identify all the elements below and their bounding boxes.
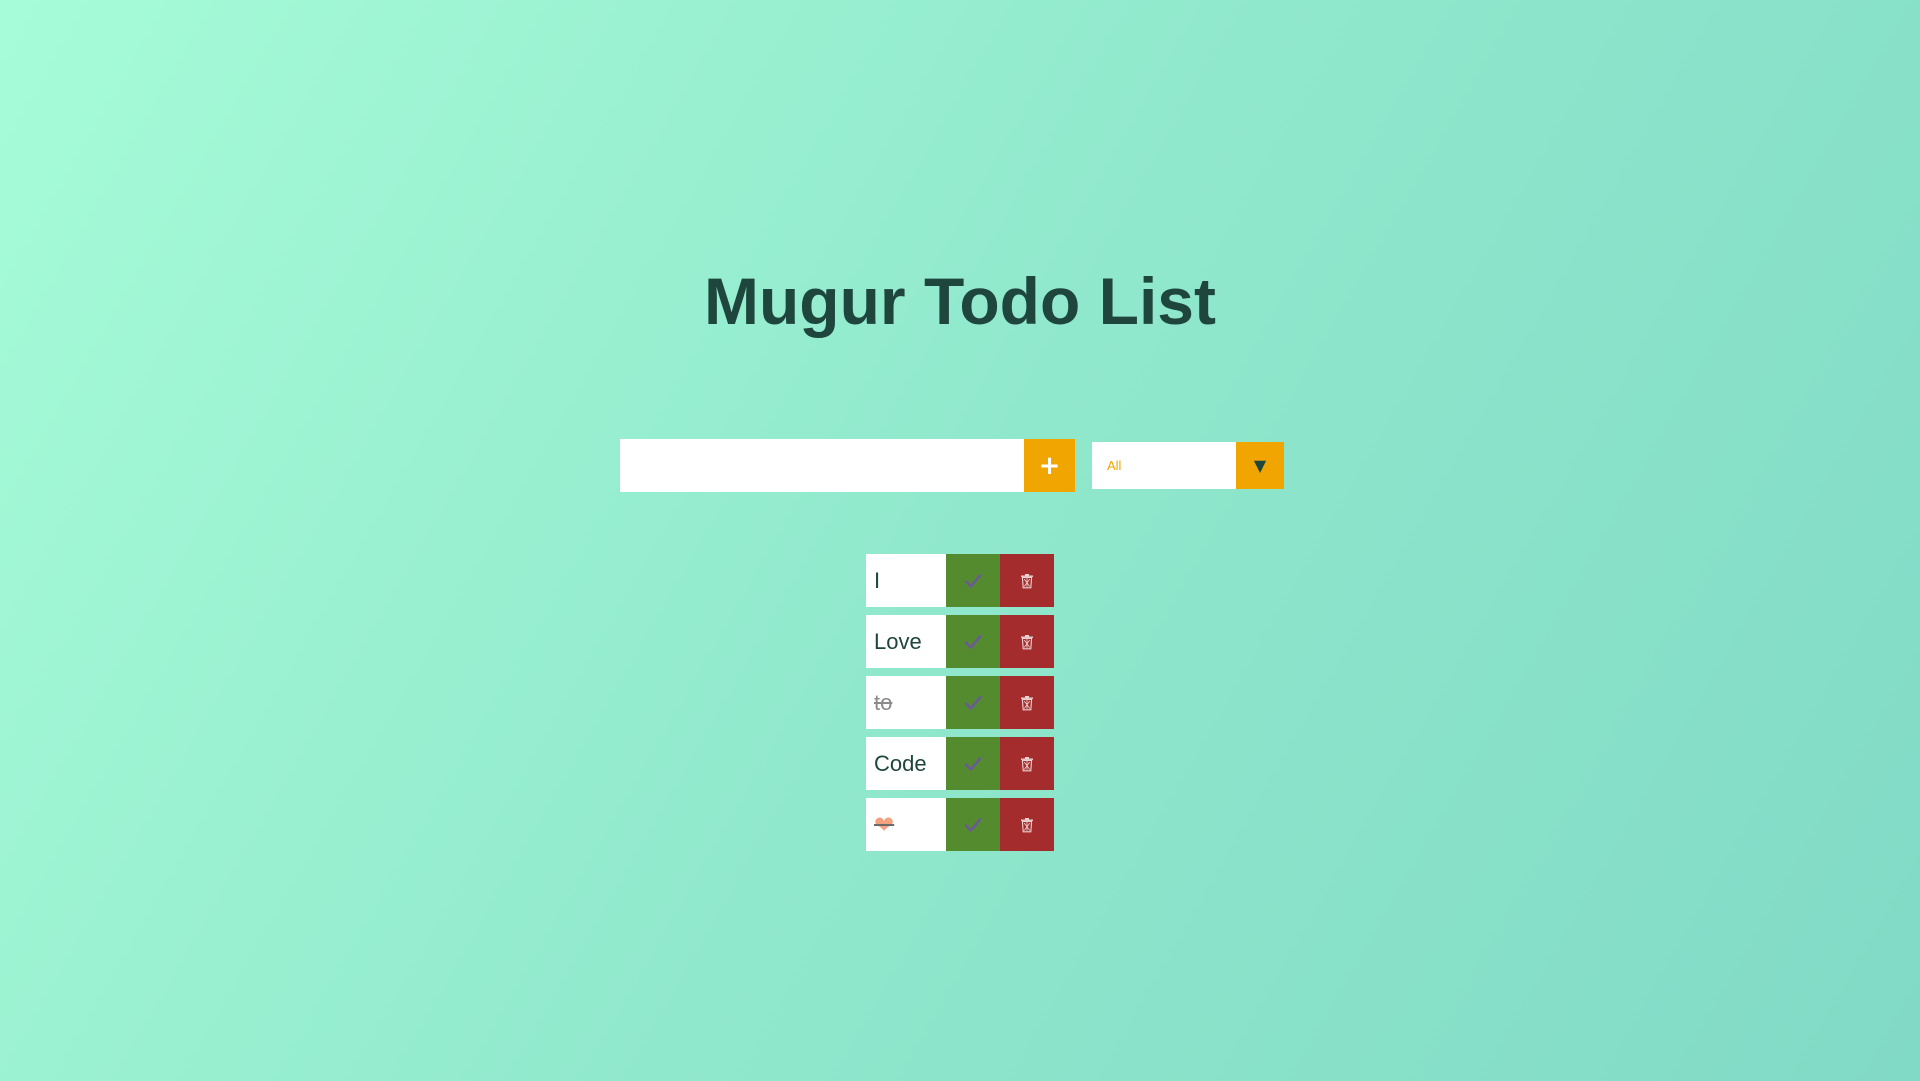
todo-item: to (866, 676, 1054, 729)
complete-button[interactable] (946, 798, 1000, 851)
delete-button[interactable] (1000, 615, 1054, 668)
add-todo-button[interactable]: + (1024, 439, 1075, 492)
delete-button[interactable] (1000, 737, 1054, 790)
trash-icon (1019, 573, 1035, 589)
complete-button[interactable] (946, 554, 1000, 607)
trash-icon (1019, 634, 1035, 650)
filter-dropdown-arrow[interactable]: ▼ (1236, 442, 1284, 489)
caret-down-icon: ▼ (1254, 456, 1266, 475)
page-title-text: Mugur Todo List (704, 266, 1216, 336)
filter-selected-value: All (1092, 442, 1236, 489)
todo-item: Love (866, 615, 1054, 668)
trash-icon (1019, 817, 1035, 833)
check-icon (964, 694, 982, 712)
todo-item-text: ❤ (866, 798, 946, 851)
heart-emoji: ❤ (874, 811, 894, 839)
todo-input[interactable] (620, 439, 1024, 492)
delete-button[interactable] (1000, 554, 1054, 607)
page-title: Mugur Todo List (0, 266, 1920, 336)
todo-list: I Love to Code ❤ (866, 554, 1054, 859)
delete-button[interactable] (1000, 676, 1054, 729)
check-icon (964, 816, 982, 834)
todo-item: Code (866, 737, 1054, 790)
complete-button[interactable] (946, 737, 1000, 790)
delete-button[interactable] (1000, 798, 1054, 851)
complete-button[interactable] (946, 676, 1000, 729)
todo-item-text: Code (866, 737, 946, 790)
todo-item-text: Love (866, 615, 946, 668)
todo-item: ❤ (866, 798, 1054, 851)
complete-button[interactable] (946, 615, 1000, 668)
todo-form: + (620, 439, 1075, 492)
todo-item-text: to (866, 676, 946, 729)
plus-icon: + (1039, 451, 1061, 481)
check-icon (964, 755, 982, 773)
todo-item-text: I (866, 554, 946, 607)
filter-select[interactable]: All ▼ (1092, 442, 1284, 489)
trash-icon (1019, 756, 1035, 772)
todo-item: I (866, 554, 1054, 607)
trash-icon (1019, 695, 1035, 711)
check-icon (964, 633, 982, 651)
check-icon (964, 572, 982, 590)
